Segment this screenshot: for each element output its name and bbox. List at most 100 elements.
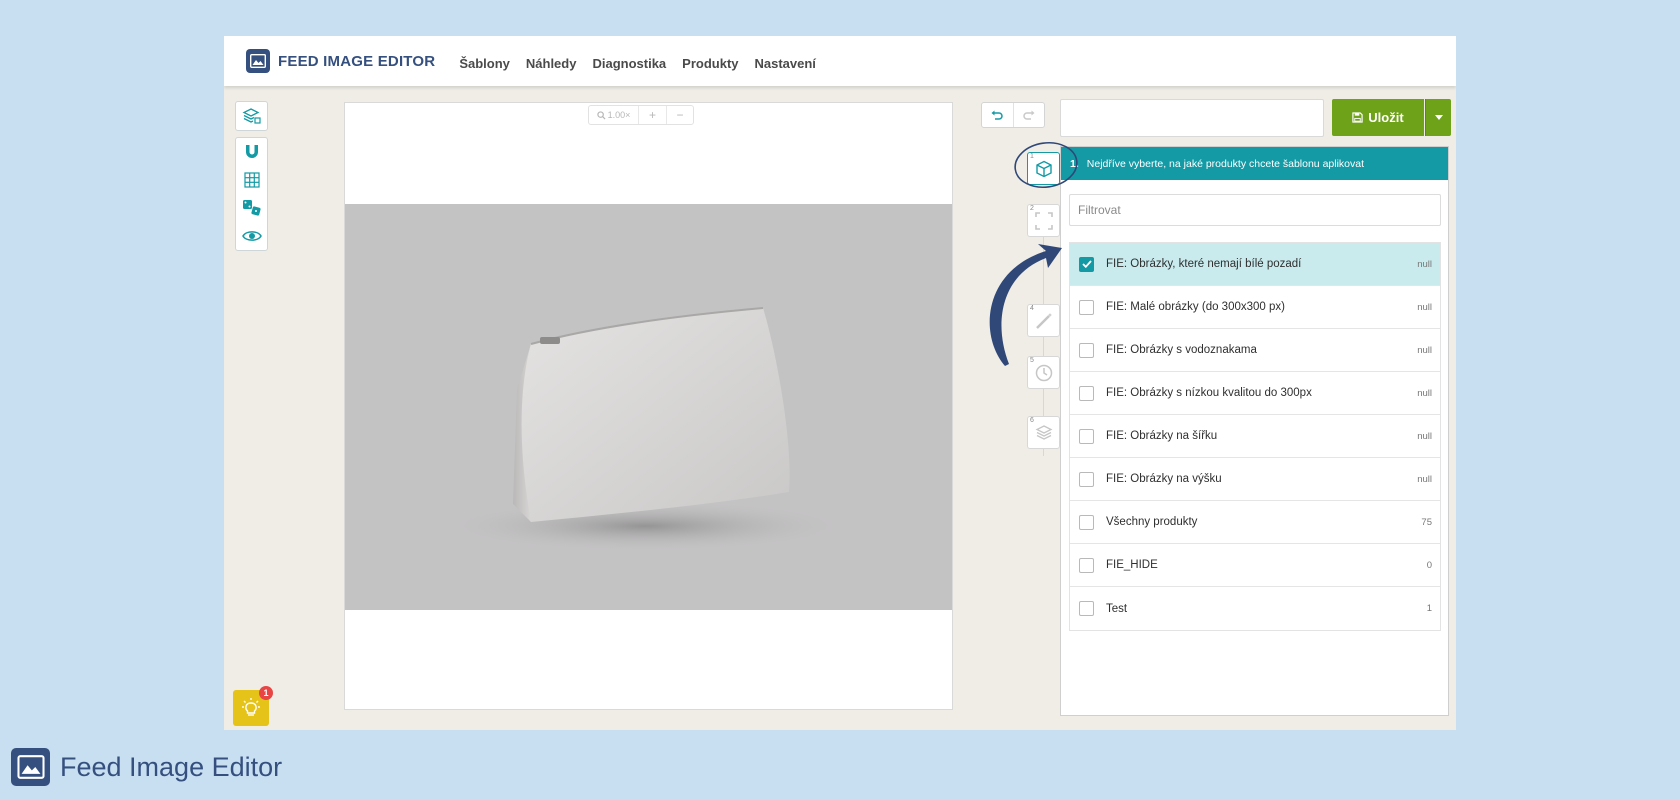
list-item-count: null [1417,387,1432,399]
checkbox[interactable] [1079,428,1094,444]
lightbulb-icon [242,698,260,716]
checkbox[interactable] [1079,557,1094,573]
checkbox[interactable] [1079,514,1094,530]
top-navigation: FEED IMAGE EDITOR Šablony Náhledy Diagno… [224,36,1456,86]
step-header-number: 1. [1070,157,1079,170]
list-item-label: FIE: Obrázky na šířku [1106,430,1218,442]
list-item-label: FIE: Obrázky, které nemají bílé pozadí [1106,258,1302,270]
wand-icon [1035,312,1052,329]
list-item-label: FIE: Obrázky s nízkou kvalitou do 300px [1106,387,1312,399]
list-item[interactable]: FIE: Obrázky s vodoznakama null [1070,329,1440,372]
list-item-count: null [1417,344,1432,356]
list-item-label: Všechny produkty [1106,516,1198,528]
list-item-count: 0 [1426,559,1432,571]
layers-icon [1035,424,1052,440]
step-number: 4 [1030,305,1034,312]
list-item[interactable]: Test 1 [1070,587,1440,630]
list-item-label: FIE_HIDE [1106,559,1158,571]
list-item[interactable]: FIE: Obrázky na šířku null [1070,415,1440,458]
list-item[interactable]: FIE: Malé obrázky (do 300x300 px) null [1070,286,1440,329]
menu-item-sablony[interactable]: Šablony [459,52,510,71]
menu-item-nahledy[interactable]: Náhledy [526,52,577,71]
checkbox[interactable] [1079,471,1094,487]
zoom-out-button[interactable]: − [667,106,693,124]
checkbox[interactable] [1079,299,1094,315]
save-button[interactable]: Uložit [1332,99,1424,136]
step-2-crop[interactable]: 2 [1027,204,1060,237]
add-layer-button[interactable] [236,102,267,130]
list-item-label: FIE: Malé obrázky (do 300x300 px) [1106,301,1285,313]
menu-item-produkty[interactable]: Produkty [682,52,738,71]
checkbox[interactable] [1079,342,1094,358]
zoom-level[interactable]: 1.00× [589,106,639,124]
list-item-count: null [1417,430,1432,442]
product-photo [345,204,952,610]
eye-icon [241,231,262,241]
brand[interactable]: FEED IMAGE EDITOR [246,49,435,73]
save-options-dropdown[interactable] [1425,99,1451,136]
editor-canvas[interactable]: 1.00× + − [344,102,953,710]
template-name-input[interactable] [1060,99,1324,137]
list-item-label: FIE: Obrázky s vodoznakama [1106,344,1257,356]
tips-button[interactable]: 1 [233,686,273,726]
footer-brand-name: Feed Image Editor [60,751,283,782]
magnet-icon [245,145,258,158]
step-number: 6 [1030,417,1034,424]
layer-tool-group [235,101,268,131]
list-item[interactable]: Všechny produkty 75 [1070,501,1440,544]
cube-icon [1035,160,1052,177]
brand-name: FEED IMAGE EDITOR [278,52,436,70]
crop-icon [1034,211,1053,230]
grid-icon [243,172,260,188]
step-number: 5 [1030,357,1034,364]
canvas-tool-group [235,137,268,251]
app-window: FEED IMAGE EDITOR Šablony Náhledy Diagno… [224,36,1456,730]
image-logo-icon [246,49,270,73]
list-item[interactable]: FIE: Obrázky s nízkou kvalitou do 300px … [1070,372,1440,415]
cosmetic-bag-image [440,307,850,552]
image-logo-icon [11,748,50,786]
checkmark-icon [1081,260,1092,268]
random-preview-button[interactable] [236,194,267,222]
list-item-count: null [1417,473,1432,485]
floppy-disk-icon [1352,112,1363,123]
product-selection-panel: 1. Nejdříve vyberte, na jaké produkty ch… [1060,146,1449,716]
clock-icon [1035,364,1052,381]
step-6-layers[interactable]: 6 [1027,416,1060,449]
list-item[interactable]: FIE: Obrázky na výšku null [1070,458,1440,501]
list-item[interactable]: FIE_HIDE 0 [1070,544,1440,587]
preview-toggle[interactable] [236,222,267,250]
main-menu: Šablony Náhledy Diagnostika Produkty Nas… [459,52,832,71]
zoom-value: 1.00× [607,110,631,120]
checkbox-checked[interactable] [1079,256,1094,272]
step-5-schedule[interactable]: 5 [1027,356,1060,389]
list-item-label: Test [1106,602,1128,615]
list-item-count: null [1417,258,1432,270]
magnifier-icon [596,110,606,120]
list-item[interactable]: FIE: Obrázky, které nemají bílé pozadí n… [1070,243,1440,286]
list-item-label: FIE: Obrázky na výšku [1106,473,1222,485]
step-4-effects[interactable]: 4 [1027,304,1060,337]
notification-badge: 1 [259,686,273,700]
caret-down-icon [1434,115,1443,120]
redo-icon [1023,110,1035,120]
zoom-controls: 1.00× + − [588,105,694,125]
step-number: 2 [1030,205,1034,212]
grid-toggle[interactable] [236,166,267,194]
filter-input[interactable] [1069,194,1441,226]
redo-button[interactable] [1014,103,1045,127]
checkbox[interactable] [1079,601,1094,616]
footer-brand: Feed Image Editor [11,748,282,786]
step-1-products[interactable]: 1 [1027,152,1060,185]
undo-button[interactable] [982,103,1014,127]
list-item-count: null [1417,301,1432,313]
zoom-in-button[interactable]: + [639,106,667,124]
dice-icon [242,200,261,216]
checkbox[interactable] [1079,385,1094,401]
menu-item-nastaveni[interactable]: Nastavení [755,52,816,71]
list-item-count: 1 [1426,603,1432,614]
save-label: Uložit [1368,110,1404,125]
product-group-list: FIE: Obrázky, které nemají bílé pozadí n… [1069,242,1441,631]
menu-item-diagnostika[interactable]: Diagnostika [592,52,666,71]
snap-toggle[interactable] [236,138,267,166]
